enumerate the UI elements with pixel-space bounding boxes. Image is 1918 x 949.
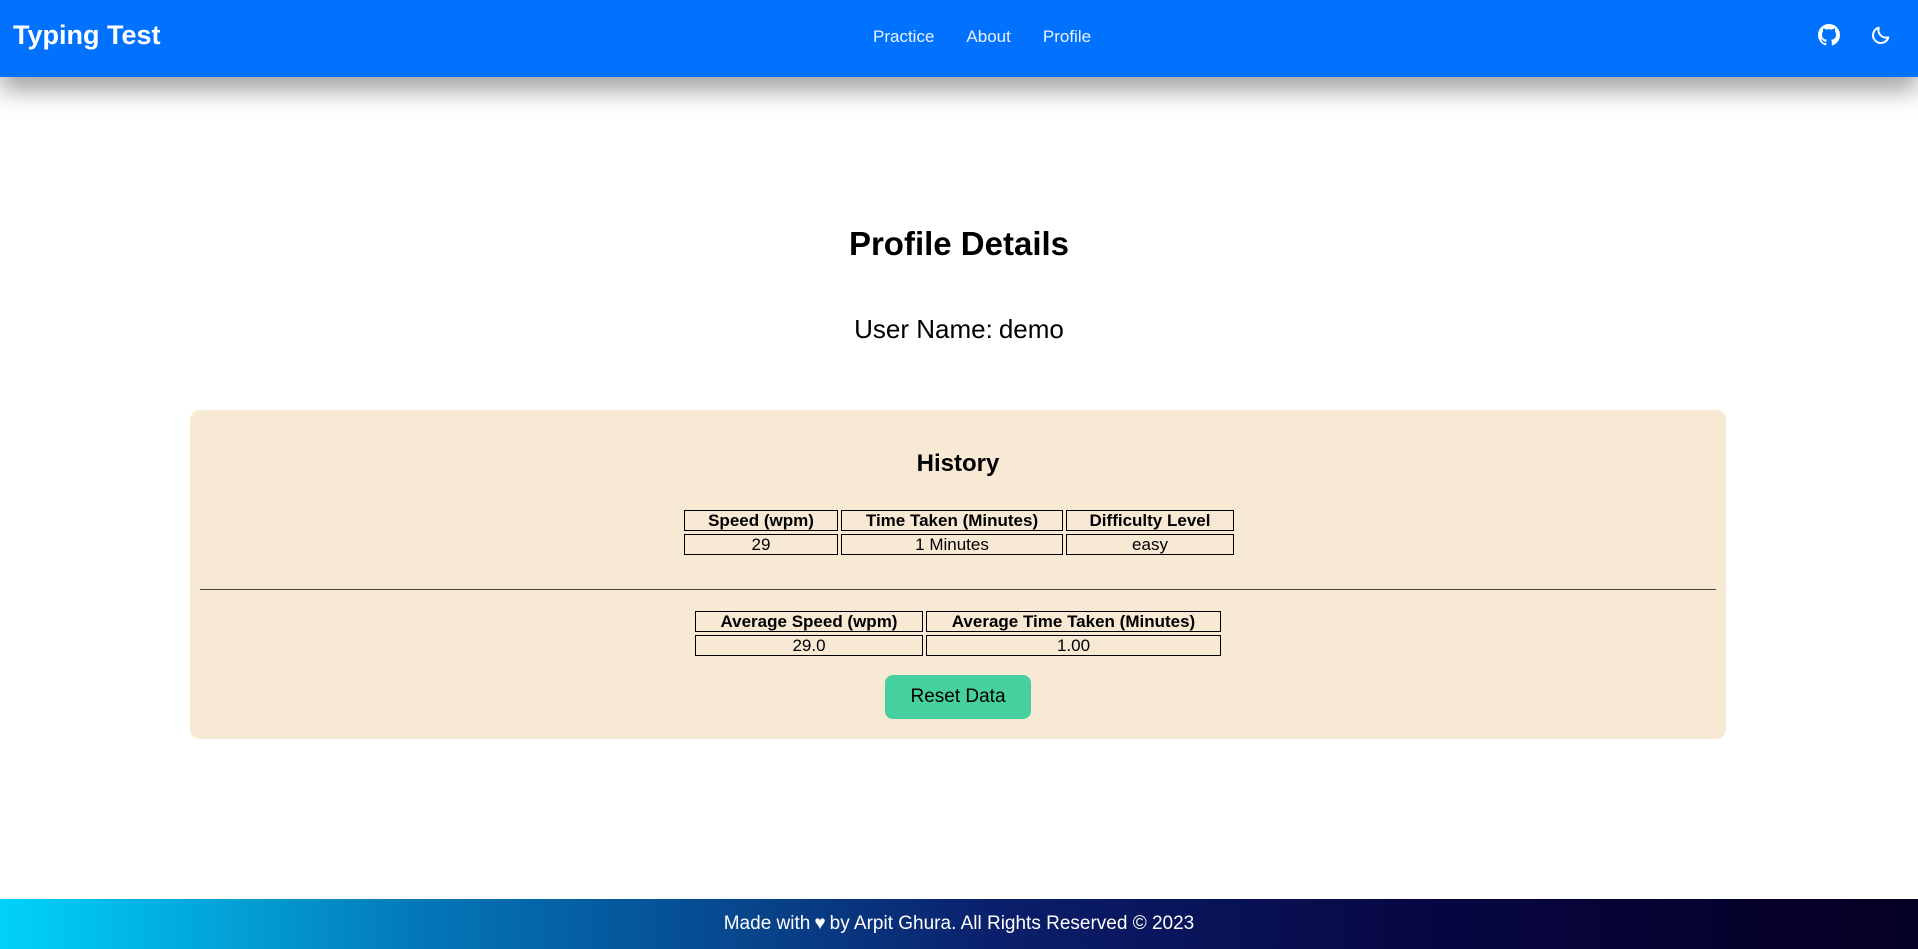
column-header: Difficulty Level <box>1066 510 1234 531</box>
history-title: History <box>916 450 1000 477</box>
divider <box>200 589 1716 590</box>
table-cell: 29 <box>684 534 838 555</box>
nav-icons <box>1816 22 1894 48</box>
reset-data-button[interactable]: Reset Data <box>885 675 1031 719</box>
table-cell: 1.00 <box>926 635 1221 656</box>
heart-icon: ♥ <box>814 913 826 934</box>
user-name-label: User Name: <box>854 314 993 344</box>
nav-link-about[interactable]: About <box>966 27 1010 47</box>
footer-prefix: Made with <box>723 913 811 934</box>
user-name-value: demo <box>998 314 1064 344</box>
github-icon[interactable] <box>1816 22 1842 48</box>
history-card: History Speed (wpm) Time Taken (Minutes)… <box>190 410 1726 739</box>
user-name: User Name: demo <box>0 314 1918 345</box>
navbar: Typing Test Practice About Profile <box>0 0 1918 77</box>
column-header: Average Speed (wpm) <box>695 611 923 632</box>
average-table: Average Speed (wpm) Average Time Taken (… <box>692 608 1224 659</box>
table-header-row: Speed (wpm) Time Taken (Minutes) Difficu… <box>684 510 1234 531</box>
nav-links: Practice About Profile <box>873 27 1091 47</box>
table-cell: 1 Minutes <box>841 534 1063 555</box>
nav-link-profile[interactable]: Profile <box>1043 27 1091 47</box>
column-header: Average Time Taken (Minutes) <box>926 611 1221 632</box>
column-header: Time Taken (Minutes) <box>841 510 1063 531</box>
page-title: Profile Details <box>848 225 1070 262</box>
table-row: 29.0 1.00 <box>695 635 1221 656</box>
brand-title[interactable]: Typing Test <box>13 20 161 51</box>
footer: Made with ♥ by Arpit Ghura. All Rights Res… <box>0 899 1918 949</box>
table-cell: easy <box>1066 534 1234 555</box>
table-row: 29 1 Minutes easy <box>684 534 1234 555</box>
history-table: Speed (wpm) Time Taken (Minutes) Difficu… <box>681 507 1237 558</box>
nav-link-practice[interactable]: Practice <box>873 27 934 47</box>
table-header-row: Average Speed (wpm) Average Time Taken (… <box>695 611 1221 632</box>
column-header: Speed (wpm) <box>684 510 838 531</box>
footer-credit: by Arpit Ghura. All Rights Reserved © 20… <box>829 913 1195 934</box>
moon-icon[interactable] <box>1868 22 1894 48</box>
table-cell: 29.0 <box>695 635 923 656</box>
